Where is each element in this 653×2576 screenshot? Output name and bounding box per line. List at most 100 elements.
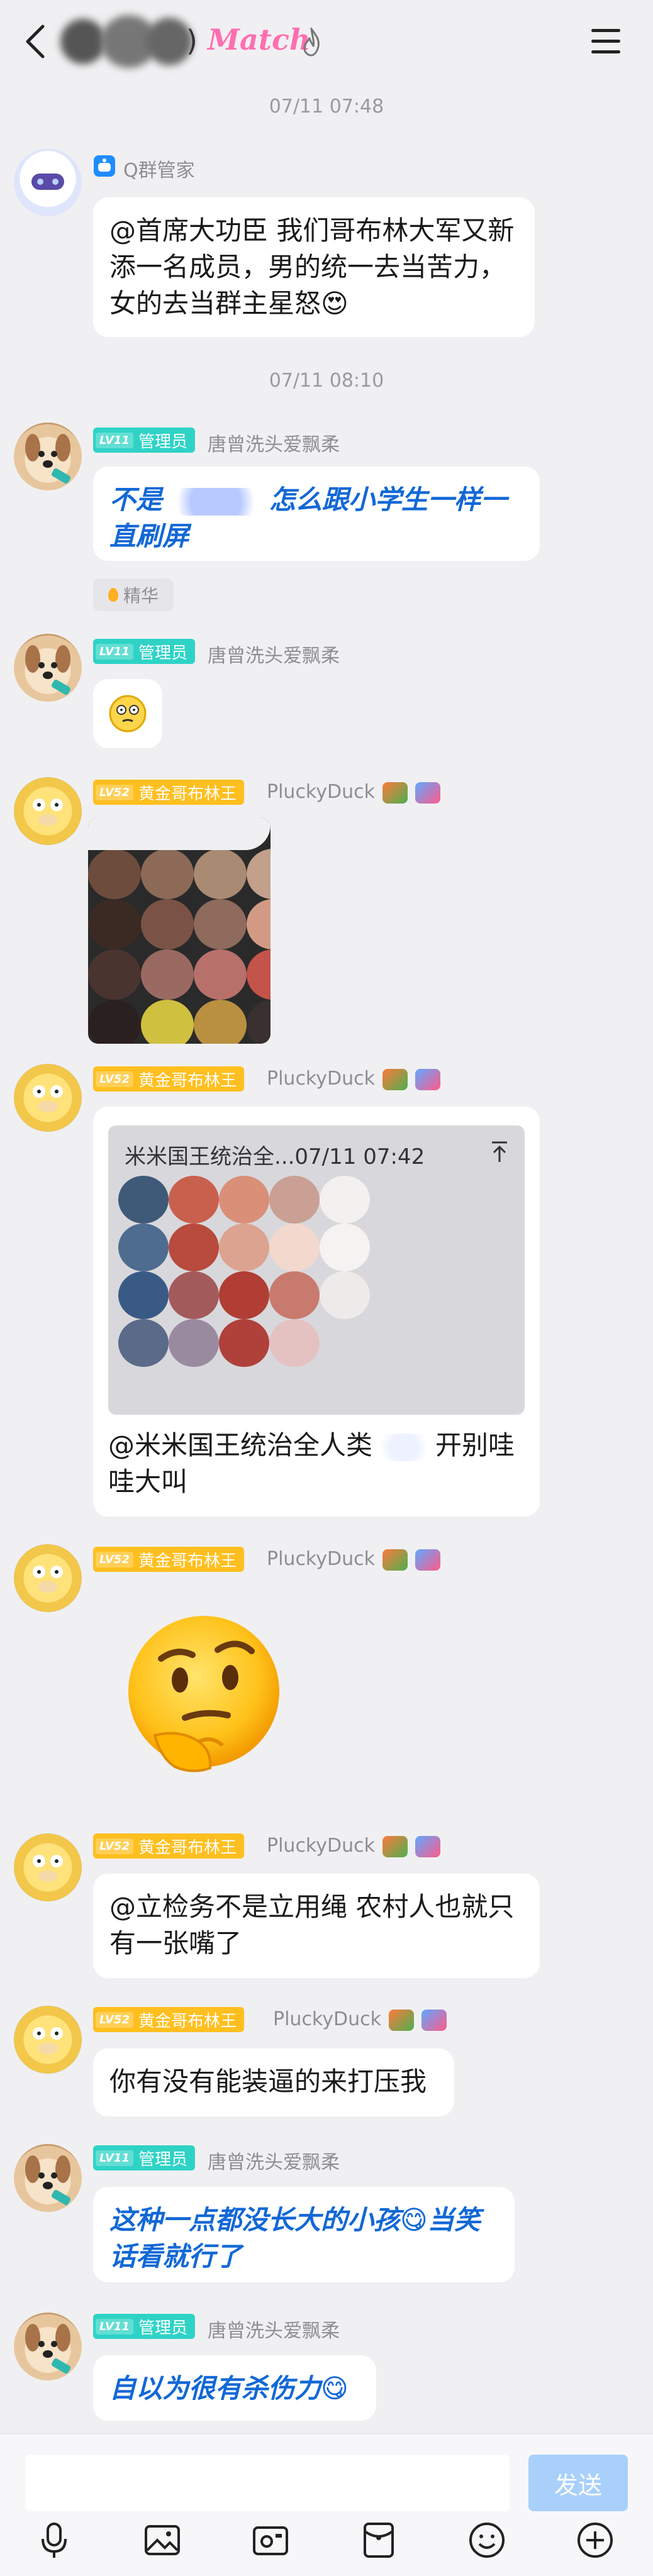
sender-name-text: PluckyDuck	[267, 1548, 375, 1570]
plus-icon[interactable]	[575, 2520, 615, 2560]
title-decoration-icon	[382, 1835, 408, 1857]
bot-badge-icon	[94, 155, 115, 177]
hamburger-menu-icon[interactable]	[591, 29, 620, 54]
sender-name: 唐曾洗头爱飘柔	[208, 2320, 340, 2342]
camera-icon[interactable]	[250, 2520, 291, 2560]
gold-badge: LV52 黄金哥布林王	[93, 1547, 244, 1572]
message-timestamp: 07/11 08:10	[269, 370, 384, 392]
sticker-message[interactable]	[93, 679, 162, 748]
message-bubble[interactable]: @首席大功臣 我们哥布林大军又新添一名成员，男的统一去当苦力，女的去当群主星怒😍	[93, 197, 535, 337]
blurred-mention	[372, 1433, 436, 1461]
collapse-arrow-icon[interactable]	[491, 1141, 508, 1163]
image-icon[interactable]	[142, 2520, 182, 2560]
thinking-face-sticker	[109, 695, 147, 732]
level-tag: LV11	[96, 432, 133, 448]
message-bubble[interactable]: 自以为很有杀伤力😋	[93, 2355, 376, 2421]
level-tag: LV52	[96, 1838, 133, 1854]
blurred-photo	[88, 849, 271, 1044]
title-decoration-icon	[382, 1549, 408, 1571]
role-label: 管理员	[138, 643, 187, 663]
title-decoration-icon	[415, 1549, 440, 1571]
sender-name: 唐曾洗头爱飘柔	[208, 434, 340, 456]
message-bubble[interactable]: 这种一点都没长大的小孩😋当笑话看就行了	[93, 2187, 515, 2282]
emoji-icon[interactable]	[467, 2520, 507, 2560]
essence-tag[interactable]: 精华	[93, 578, 174, 611]
level-tag: LV52	[96, 1551, 133, 1567]
flame-icon	[108, 588, 118, 602]
gold-badge: LV52 黄金哥布林王	[93, 1833, 244, 1859]
sender-name: Q群管家	[123, 160, 195, 182]
duck-avatar[interactable]	[14, 1833, 82, 1901]
duck-avatar[interactable]	[14, 1064, 82, 1132]
dog-avatar[interactable]	[14, 2313, 82, 2380]
message-bubble[interactable]: 你有没有能装逼的来打压我	[93, 2048, 454, 2116]
level-tag: LV52	[96, 1071, 133, 1087]
role-label: 黄金哥布林王	[138, 1838, 237, 1857]
quoted-message-card[interactable]: 米米国王统治全...07/11 07:42	[108, 1125, 525, 1415]
role-label: 管理员	[138, 2150, 187, 2169]
dog-avatar[interactable]	[14, 423, 82, 490]
chat-header: ) Match	[0, 0, 653, 83]
image-crop-edge	[88, 817, 271, 850]
title-decoration-icon	[382, 782, 408, 804]
gold-badge: LV52 黄金哥布林王	[93, 780, 244, 805]
blurred-mention	[162, 487, 270, 516]
blurred-title-part	[60, 19, 106, 64]
title-decoration-icon	[415, 782, 440, 804]
message-input[interactable]	[25, 2455, 510, 2511]
level-tag: LV11	[96, 643, 133, 660]
gold-badge: LV52 黄金哥布林王	[93, 2007, 244, 2032]
title-decoration-icon	[421, 2009, 447, 2031]
admin-badge: LV11 管理员	[93, 639, 195, 664]
chat-title-suffix: )	[186, 24, 198, 58]
gold-badge: LV52 黄金哥布林王	[93, 1066, 244, 1092]
duck-avatar[interactable]	[14, 1544, 82, 1612]
role-label: 管理员	[138, 2318, 187, 2338]
title-decoration-icon	[415, 1835, 440, 1857]
sender-name-text: PluckyDuck	[267, 781, 375, 803]
sender-name-text: PluckyDuck	[267, 1068, 375, 1090]
role-label: 黄金哥布林王	[138, 1071, 237, 1090]
essence-label: 精华	[123, 585, 159, 606]
message-timestamp: 07/11 07:48	[269, 96, 384, 118]
message-bubble[interactable]: @立检务不是立用绳 农村人也就只有一张嘴了	[93, 1874, 540, 1978]
sender-name: 唐曾洗头爱飘柔	[208, 645, 340, 667]
fire-icon	[303, 28, 320, 57]
role-label: 黄金哥布林王	[138, 2011, 237, 2031]
duck-avatar[interactable]	[14, 777, 82, 845]
level-tag: LV52	[96, 784, 133, 800]
send-button[interactable]: 发送	[528, 2455, 628, 2511]
title-decoration-icon	[382, 1068, 408, 1090]
sender-name: PluckyDuck	[267, 1835, 440, 1857]
back-arrow-icon[interactable]	[21, 23, 49, 60]
duck-avatar[interactable]	[14, 2006, 82, 2074]
sender-name: 唐曾洗头爱飘柔	[208, 2152, 340, 2174]
quoted-message-title: 米米国王统治全...07/11 07:42	[125, 1144, 425, 1169]
sender-name-text: PluckyDuck	[273, 2008, 381, 2030]
blurred-title-part	[146, 18, 193, 65]
message-text-part: @米米国王统治全人类	[108, 1430, 373, 1461]
microphone-icon[interactable]	[34, 2520, 74, 2560]
thinking-face-emoji[interactable]	[117, 1610, 291, 1783]
sender-name: PluckyDuck	[267, 781, 440, 804]
admin-badge: LV11 管理员	[93, 2145, 195, 2170]
level-tag: LV11	[96, 2150, 133, 2166]
message-text-part: 不是	[109, 484, 163, 515]
sender-name: PluckyDuck	[267, 1068, 440, 1090]
title-decoration-icon	[388, 2009, 414, 2031]
dog-avatar[interactable]	[14, 634, 82, 702]
quoted-blurred-photo	[118, 1176, 370, 1367]
admin-badge: LV11 管理员	[93, 428, 195, 453]
message-bubble[interactable]: 不是 怎么跟小学生一样一直刷屏	[93, 467, 540, 561]
admin-badge: LV11 管理员	[93, 2314, 195, 2339]
robot-avatar[interactable]	[14, 148, 82, 216]
level-tag: LV11	[96, 2318, 133, 2335]
chat-title-match: Match	[208, 23, 311, 57]
red-packet-icon[interactable]	[359, 2520, 399, 2560]
dog-avatar[interactable]	[14, 2144, 82, 2212]
image-message[interactable]	[88, 817, 271, 1044]
sender-name: PluckyDuck	[267, 1548, 440, 1571]
role-label: 黄金哥布林王	[138, 1551, 237, 1571]
sender-name-text: PluckyDuck	[267, 1835, 375, 1857]
reply-text: @米米国王统治全人类 开别哇哇大叫	[108, 1427, 523, 1500]
